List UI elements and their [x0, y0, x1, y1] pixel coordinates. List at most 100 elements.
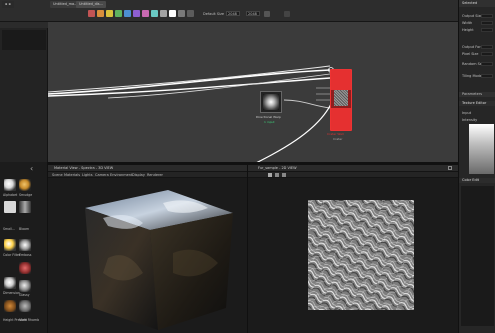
node-small-preview — [263, 94, 279, 110]
thumb-label-8: Glassy — [19, 293, 30, 297]
toolbar-swatch-button[interactable] — [133, 10, 140, 17]
prop-input: Input — [462, 111, 472, 115]
thumb-label-2: Smudge — [19, 193, 33, 197]
thumb-label-4: Bloom — [19, 227, 30, 231]
tab-document-2[interactable]: Untitled_dis... — [76, 1, 106, 8]
lock-icon[interactable] — [264, 11, 270, 17]
prop-output-size: Output Size — [462, 14, 483, 18]
properties-title: Selected — [462, 1, 478, 5]
size-height-field[interactable]: 2048 — [246, 11, 260, 16]
node-main-sublabel: Crater — [333, 137, 343, 141]
viewport-2d-toolbar — [248, 172, 458, 178]
prop-random-seed-field[interactable] — [481, 62, 493, 66]
toolbar-swatch-button[interactable] — [115, 10, 122, 17]
default-size-label: Default Size — [203, 12, 225, 16]
node-main-preview — [334, 90, 348, 106]
viewport-3d-title: Material View - Spectra - 3D VIEW — [54, 166, 114, 170]
color-edit-label: Color Edit — [462, 178, 480, 182]
maximize-icon[interactable] — [448, 166, 452, 170]
thumb-label-1: Alphabet — [3, 193, 18, 197]
size-width-field[interactable]: 2048 — [226, 11, 240, 16]
prop-intensity: Intensity — [462, 118, 478, 122]
toolbar-swatch-button[interactable] — [142, 10, 149, 17]
toolbar-swatch-button[interactable] — [97, 10, 104, 17]
thumb-item-7[interactable] — [19, 262, 31, 274]
thumb-item-6[interactable] — [19, 239, 31, 251]
thumb-label-10: Multi Rhomb — [19, 318, 40, 322]
viewport-2d-titlebar: Fur_sample - 2D VIEW — [248, 165, 458, 172]
texture-preview[interactable] — [308, 200, 414, 310]
prop-pixel-size-field[interactable] — [481, 52, 493, 56]
toolbar-swatch-button[interactable] — [160, 10, 167, 17]
library-panel: ‹ Alphabet Smudge Small... Bloom Color F… — [0, 162, 48, 333]
parameters-label: Parameters — [462, 92, 483, 96]
thumb-item-1[interactable] — [4, 179, 16, 191]
prop-width: Width — [462, 21, 473, 25]
prop-output-format-field[interactable] — [481, 45, 493, 49]
thumb-item-4[interactable] — [19, 201, 31, 213]
toolbar-swatch-button[interactable] — [151, 10, 158, 17]
tile-icon[interactable] — [275, 173, 279, 177]
prop-pixel-size: Pixel Size — [462, 52, 479, 56]
menu-display[interactable]: Display — [132, 173, 145, 177]
gradient-preview[interactable] — [469, 124, 494, 174]
menu-environment[interactable]: Environment — [110, 173, 132, 177]
node-graph[interactable]: Crater Wall Crater Directional Warp 1 in… — [48, 22, 458, 162]
properties-header: Selected — [459, 0, 495, 7]
cube-render — [85, 190, 233, 330]
parameters-section[interactable]: Parameters — [459, 92, 495, 97]
prop-width-field[interactable] — [481, 21, 493, 25]
library-panel-top — [0, 22, 48, 162]
thumb-item-3[interactable] — [4, 201, 16, 213]
thumb-item-2[interactable] — [19, 179, 31, 191]
tab-explorer[interactable]: ▪ ▪ — [2, 1, 14, 8]
top-toolbar: Untitled_ma... Untitled_dis... ▪ ▪ Defau… — [0, 0, 495, 22]
toolbar-swatch-button[interactable] — [187, 10, 194, 17]
menu-scene[interactable]: Scene — [52, 173, 63, 177]
node-small-label: Directional Warp — [256, 115, 281, 119]
color-edit-section[interactable]: Color Edit — [459, 178, 495, 183]
toolbar-swatch-button[interactable] — [88, 10, 95, 17]
thumb-item-5[interactable] — [4, 239, 16, 251]
grid-icon[interactable] — [284, 11, 290, 17]
thumb-item-8[interactable] — [4, 277, 16, 289]
viewport-2d-title: Fur_sample - 2D VIEW — [258, 166, 297, 170]
fit-icon[interactable] — [282, 173, 286, 177]
thumb-item-9[interactable] — [19, 280, 31, 292]
texture-editor-section[interactable]: Texture Editor — [459, 101, 495, 106]
toolbar-swatch-button[interactable] — [178, 10, 185, 17]
texture-editor-label: Texture Editor — [462, 101, 487, 105]
prop-height-field[interactable] — [481, 28, 493, 32]
toolbar-swatch-button[interactable] — [124, 10, 131, 17]
prop-tiling-mode: Tiling Mode — [462, 74, 483, 78]
graph-connections — [48, 65, 334, 162]
thumb-label-6: Emboss — [19, 253, 32, 257]
prop-tiling-mode-field[interactable] — [481, 74, 493, 78]
prop-height: Height — [462, 28, 474, 32]
menu-lights[interactable]: Lights — [82, 173, 93, 177]
viewport-3d-titlebar: Material View - Spectra - 3D VIEW — [48, 165, 247, 172]
fur-texture — [308, 200, 414, 310]
chevron-left-icon[interactable]: ‹ — [30, 164, 40, 174]
thumb-item-10[interactable] — [4, 300, 16, 312]
explorer-tree[interactable] — [2, 30, 46, 50]
prop-output-size-field[interactable] — [481, 14, 493, 18]
properties-panel: Selected Output Size Width Height Output… — [458, 0, 495, 333]
node-small-sublabel: 1 input — [264, 120, 275, 124]
node-main-label: Crater Wall — [327, 132, 344, 136]
menu-camera[interactable]: Camera — [95, 173, 109, 177]
menu-materials[interactable]: Materials — [64, 173, 80, 177]
viewport-2d[interactable]: Fur_sample - 2D VIEW — [248, 165, 458, 333]
library-header — [0, 22, 48, 28]
node-main-footer — [331, 108, 351, 130]
channel-icon[interactable] — [268, 173, 272, 177]
viewport-3d[interactable]: Material View - Spectra - 3D VIEW Scene … — [48, 165, 248, 333]
node-main[interactable] — [330, 69, 352, 131]
thumb-label-3: Small... — [3, 227, 15, 231]
toolbar-swatch-button[interactable] — [169, 10, 176, 17]
menu-renderer[interactable]: Renderer — [147, 173, 163, 177]
thumb-item-11[interactable] — [19, 300, 31, 312]
node-small[interactable] — [260, 91, 282, 113]
color-edit-area[interactable] — [461, 186, 494, 326]
toolbar-swatch-button[interactable] — [106, 10, 113, 17]
